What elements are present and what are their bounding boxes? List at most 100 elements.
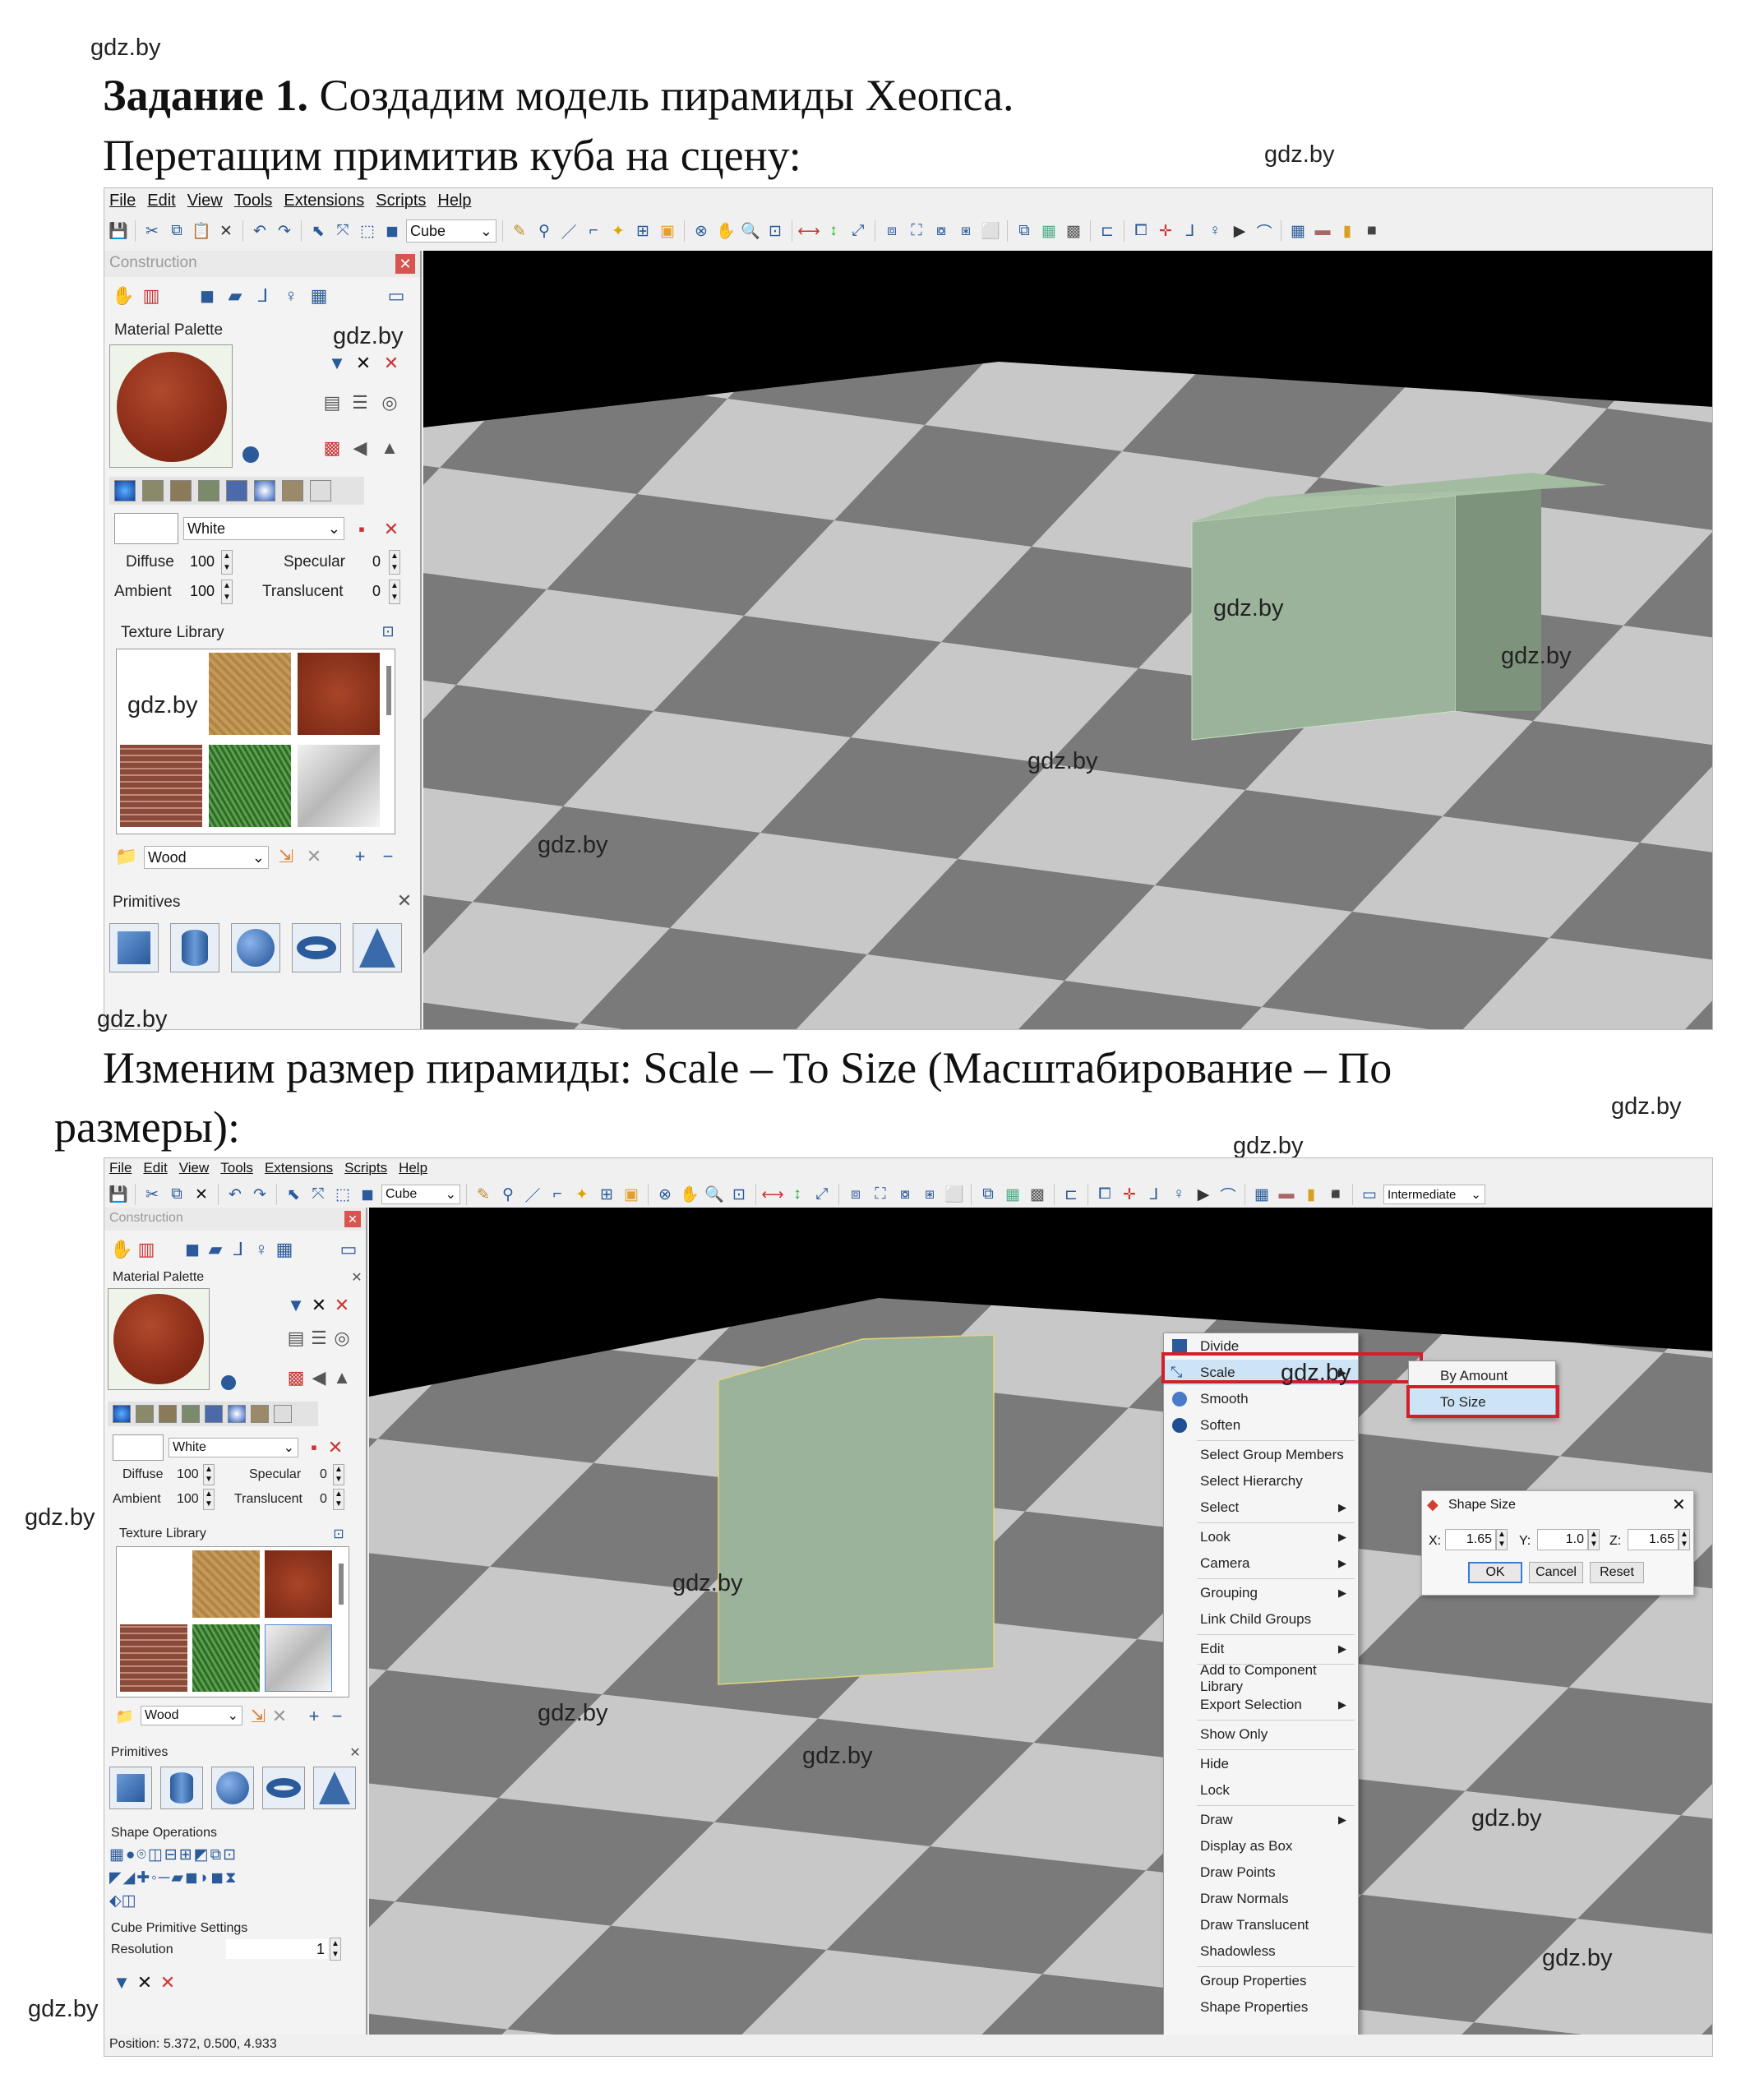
folder-icon[interactable]: 📁: [114, 844, 139, 869]
folder-icon[interactable]: 📁: [113, 1704, 137, 1729]
material-tab-8[interactable]: [274, 1405, 292, 1423]
rotate-y-icon[interactable]: ↕: [823, 220, 844, 242]
ambient-value[interactable]: 100: [177, 1492, 199, 1507]
import-icon[interactable]: ⇲: [274, 844, 298, 869]
measure-icon[interactable]: ⌐: [583, 220, 604, 242]
redo-icon[interactable]: ↷: [249, 1184, 270, 1205]
select-icon[interactable]: ⬉: [307, 220, 329, 242]
delete-icon[interactable]: ✕: [379, 517, 404, 542]
delete-icon[interactable]: ✕: [323, 1435, 348, 1460]
y-field[interactable]: 1.0: [1537, 1529, 1588, 1550]
x-field[interactable]: 1.65: [1445, 1529, 1496, 1550]
sphere-icon[interactable]: [242, 446, 259, 463]
back-icon[interactable]: ◀: [348, 436, 372, 460]
color-combo[interactable]: White ⌄: [183, 517, 344, 540]
translucent-spinner[interactable]: ▲ ▼: [389, 580, 400, 604]
texture-metal[interactable]: [298, 745, 380, 827]
menu-item-look[interactable]: Look ▶: [1164, 1524, 1358, 1550]
bulb-icon[interactable]: ♀: [279, 284, 303, 308]
menu-view[interactable]: View: [187, 192, 223, 218]
light-icon[interactable]: ✦: [571, 1184, 593, 1205]
primitive-cylinder[interactable]: [160, 1767, 203, 1809]
zoom-extents-icon[interactable]: ⊡: [764, 220, 786, 242]
measure-icon[interactable]: ⌐: [547, 1184, 568, 1205]
close-icon[interactable]: ✕: [302, 844, 326, 869]
line-icon[interactable]: ／: [558, 220, 580, 242]
menu-item-export-selection[interactable]: Export Selection ▶: [1164, 1692, 1358, 1717]
layers-icon[interactable]: ▤: [320, 390, 344, 415]
menu-item-shape-properties[interactable]: Shape Properties: [1164, 1994, 1358, 2020]
align-icon[interactable]: ⊏: [1097, 220, 1118, 242]
diffuse-spinner[interactable]: ▲ ▼: [221, 550, 233, 575]
save-icon[interactable]: 💾: [108, 220, 129, 242]
view-2-icon[interactable]: ⛶: [906, 220, 927, 242]
triangle-icon[interactable]: ▲: [330, 1365, 354, 1390]
filter-icon[interactable]: ▼: [109, 1970, 134, 1995]
primitive-sphere[interactable]: [231, 923, 280, 972]
zoom-icon[interactable]: 🔍: [740, 220, 761, 242]
resolution-spinner[interactable]: ▲ ▼: [330, 1938, 341, 1961]
menu-item-soften[interactable]: Soften: [1164, 1412, 1358, 1438]
select-icon[interactable]: ⬉: [283, 1184, 304, 1205]
remove-icon[interactable]: −: [325, 1704, 349, 1729]
clear-icon[interactable]: ✕: [351, 351, 376, 376]
view-2-icon[interactable]: ⛶: [870, 1184, 891, 1205]
specular-spinner[interactable]: ▲ ▼: [333, 1464, 344, 1485]
move-icon[interactable]: ⤧: [332, 220, 353, 242]
menu-item-smooth[interactable]: Smooth: [1164, 1386, 1358, 1411]
material-tab-4[interactable]: [198, 480, 219, 501]
axis-icon[interactable]: ✛: [1155, 220, 1176, 242]
material-tab-color[interactable]: [113, 1405, 131, 1423]
filter-icon[interactable]: ▼: [325, 351, 349, 376]
bulb-icon[interactable]: ♀: [1168, 1184, 1189, 1205]
menu-item-lock[interactable]: Lock: [1164, 1777, 1358, 1803]
translucent-value[interactable]: 0: [369, 580, 387, 603]
texture-blank[interactable]: [120, 1550, 187, 1618]
menu-item-camera[interactable]: Camera ▶: [1164, 1550, 1358, 1576]
zoom-extents-icon[interactable]: ⊡: [728, 1184, 750, 1205]
render-1-icon[interactable]: ⧉: [977, 1184, 999, 1205]
view-1-icon[interactable]: ⧈: [881, 220, 903, 242]
grid-icon[interactable]: ⊞: [596, 1184, 617, 1205]
texture-brick[interactable]: [120, 745, 202, 827]
battery-icon[interactable]: ▮: [1337, 220, 1358, 242]
add-icon[interactable]: +: [348, 844, 372, 869]
material-tab-5[interactable]: [205, 1405, 223, 1423]
delete-icon[interactable]: ✕: [215, 220, 237, 242]
rotate-x-icon[interactable]: ⟷: [797, 220, 820, 242]
bulb-icon[interactable]: ♀: [1204, 220, 1226, 242]
menu-help[interactable]: Help: [437, 192, 471, 218]
texture-metal[interactable]: [265, 1624, 332, 1692]
remove-icon[interactable]: −: [376, 844, 400, 869]
paint-icon[interactable]: ✎: [473, 1184, 494, 1205]
material-tab-7[interactable]: [251, 1405, 269, 1423]
menu-item-select-hierarchy[interactable]: Select Hierarchy: [1164, 1468, 1358, 1494]
cube-icon[interactable]: ◼: [180, 1237, 205, 1262]
line-icon[interactable]: ／: [522, 1184, 543, 1205]
expand-icon[interactable]: ⊡: [326, 1522, 351, 1546]
menu-extensions[interactable]: Extensions: [265, 1160, 333, 1183]
menu-item-grouping[interactable]: Grouping ▶: [1164, 1580, 1358, 1605]
color-combo[interactable]: White ⌄: [169, 1438, 298, 1457]
color-swatch[interactable]: [113, 1434, 164, 1461]
delete-icon[interactable]: ✕: [379, 351, 404, 376]
map-icon[interactable]: ▩: [320, 436, 344, 460]
menu-extensions[interactable]: Extensions: [284, 192, 364, 218]
menu-item-select[interactable]: Select ▶: [1164, 1494, 1358, 1520]
primitive-torus[interactable]: [292, 923, 341, 972]
viewport-3d[interactable]: [369, 1208, 1712, 2036]
flag-icon[interactable]: ▰: [203, 1237, 228, 1262]
color-swatch[interactable]: [114, 513, 178, 544]
mode-combo[interactable]: Intermediate ⌄: [1383, 1185, 1485, 1204]
texture-sand[interactable]: [192, 1550, 260, 1618]
undo-icon[interactable]: ↶: [249, 220, 270, 242]
bulb-icon[interactable]: ♀: [249, 1237, 274, 1262]
hand-paint-icon[interactable]: ✋: [111, 284, 136, 308]
ok-button[interactable]: OK: [1468, 1562, 1522, 1583]
window-icon[interactable]: ▭: [336, 1237, 361, 1262]
cube-icon[interactable]: ◼: [381, 220, 403, 242]
axis-icon[interactable]: ✛: [1119, 1184, 1140, 1205]
menu-item-select-group-members[interactable]: Select Group Members: [1164, 1442, 1358, 1467]
primitive-cylinder[interactable]: [170, 923, 219, 972]
close-icon[interactable]: ✕: [344, 1265, 366, 1290]
